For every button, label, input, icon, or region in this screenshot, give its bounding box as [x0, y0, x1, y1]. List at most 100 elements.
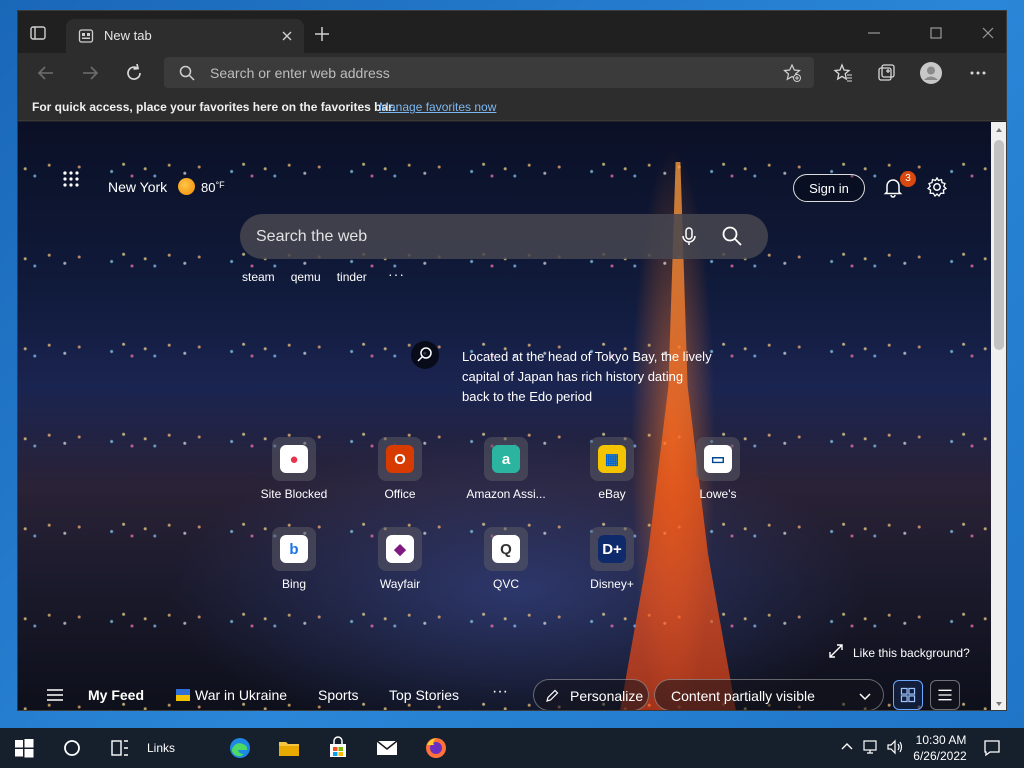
address-bar[interactable] — [164, 57, 814, 88]
search-icon — [179, 65, 195, 81]
wayfair-icon: ◆ — [386, 535, 414, 563]
clock-date[interactable]: 6/26/2022 — [910, 749, 970, 763]
task-view-icon[interactable] — [108, 736, 132, 760]
top-site-tile[interactable]: a Amazon Assi... — [466, 437, 546, 501]
back-arrow-icon[interactable] — [34, 61, 58, 85]
volume-icon[interactable] — [886, 738, 904, 756]
search-icon[interactable] — [721, 225, 743, 247]
links-toolbar-label[interactable]: Links — [147, 741, 175, 755]
top-site-tile[interactable]: ▭ Lowe's — [678, 437, 758, 501]
tab-actions-icon[interactable] — [28, 23, 48, 43]
forward-arrow-icon[interactable] — [78, 61, 102, 85]
top-site-tile[interactable]: D+ Disney+ — [572, 527, 652, 591]
content-visibility-dropdown[interactable]: Content partially visible — [654, 679, 884, 710]
grid-view-icon[interactable] — [893, 680, 923, 710]
tile-label: Site Blocked — [260, 487, 328, 501]
microphone-icon[interactable] — [678, 225, 700, 247]
browser-window: New tab For quick access, place your fav… — [17, 10, 1007, 711]
sign-in-button[interactable]: Sign in — [793, 174, 865, 202]
new-tab-page-icon — [78, 29, 94, 43]
feed-tab-top-stories[interactable]: Top Stories — [389, 687, 459, 703]
tile-label: Disney+ — [590, 577, 634, 591]
scroll-thumb[interactable] — [994, 140, 1004, 350]
favorites-icon[interactable] — [830, 61, 854, 85]
top-site-tile[interactable]: ◆ Wayfair — [360, 527, 440, 591]
profile-avatar-icon[interactable] — [919, 61, 943, 85]
quick-link[interactable]: tinder — [337, 270, 367, 284]
file-explorer-icon[interactable] — [277, 736, 301, 760]
feed-tab-sports[interactable]: Sports — [318, 687, 358, 703]
personalize-button[interactable]: Personalize — [533, 679, 649, 710]
collections-icon[interactable] — [874, 61, 898, 85]
weather-temperature[interactable]: 80°F — [201, 180, 225, 195]
quick-links: steam qemu tinder — [242, 270, 367, 284]
firefox-icon[interactable] — [424, 736, 448, 760]
sun-icon — [178, 178, 195, 195]
chevron-down-icon — [859, 693, 871, 701]
image-info-text[interactable]: Located at the head of Tokyo Bay, the li… — [462, 347, 712, 407]
search-circle-icon[interactable] — [60, 736, 84, 760]
hamburger-menu-icon[interactable] — [46, 687, 64, 703]
mail-icon[interactable] — [375, 736, 399, 760]
minimize-icon[interactable] — [864, 23, 884, 43]
taskbar: Links 10:30 AM 6/26/2022 — [0, 728, 1024, 768]
bing-icon: b — [280, 535, 308, 563]
tile-label: Lowe's — [699, 487, 737, 501]
ukraine-flag-icon — [176, 689, 190, 701]
top-site-tile[interactable]: O Office — [360, 437, 440, 501]
feed-bar: My Feed War in Ukraine Sports Top Storie… — [18, 675, 991, 710]
site-blocked-icon: ● — [280, 445, 308, 473]
tile-label: Office — [384, 487, 416, 501]
maximize-icon[interactable] — [926, 23, 946, 43]
close-icon[interactable] — [278, 27, 296, 45]
quick-link[interactable]: steam — [242, 270, 275, 284]
page-scrollbar[interactable] — [991, 122, 1006, 710]
chevron-up-icon[interactable] — [838, 738, 856, 756]
gear-icon[interactable] — [926, 176, 948, 198]
weather-city[interactable]: New York — [108, 179, 167, 195]
new-tab-page: New York 80°F Sign in 3 steam qemu tinde… — [18, 122, 991, 710]
content-visibility-value: Content partially visible — [671, 688, 815, 704]
feed-more[interactable]: ··· — [492, 683, 508, 701]
web-search-box[interactable] — [240, 214, 768, 259]
office-icon: O — [386, 445, 414, 473]
personalize-label: Personalize — [570, 688, 644, 704]
scroll-up-icon[interactable] — [995, 126, 1003, 134]
list-view-icon[interactable] — [930, 680, 960, 710]
quick-link[interactable]: qemu — [291, 270, 321, 284]
tile-label: Bing — [281, 577, 307, 591]
image-info-search-icon[interactable] — [411, 341, 439, 369]
quick-links-more[interactable]: ··· — [388, 266, 405, 282]
window-close-icon[interactable] — [978, 23, 998, 43]
windows-start-icon[interactable] — [12, 736, 36, 760]
top-site-tile[interactable]: ● Site Blocked — [254, 437, 334, 501]
top-site-tile[interactable]: Q QVC — [466, 527, 546, 591]
add-favorite-icon[interactable] — [782, 63, 802, 83]
top-site-tile[interactable]: ▦ eBay — [572, 437, 652, 501]
clock-time[interactable]: 10:30 AM — [914, 733, 968, 747]
tab-title: New tab — [104, 28, 152, 43]
scroll-down-icon[interactable] — [995, 700, 1003, 708]
top-site-tile[interactable]: b Bing — [254, 527, 334, 591]
tab-new-tab[interactable]: New tab — [66, 19, 304, 53]
tile-label: QVC — [492, 577, 519, 591]
feed-tab-war-in-ukraine[interactable]: War in Ukraine — [195, 687, 287, 703]
tile-label: Amazon Assi... — [466, 487, 546, 501]
edge-browser-icon[interactable] — [228, 736, 252, 760]
favorites-bar-hint: For quick access, place your favorites h… — [32, 100, 396, 114]
notification-center-icon[interactable] — [982, 738, 1002, 758]
pencil-icon — [546, 689, 559, 702]
expand-icon[interactable] — [828, 643, 844, 659]
web-search-input[interactable] — [256, 224, 656, 249]
address-input[interactable] — [210, 60, 730, 85]
like-background-link[interactable]: Like this background? — [853, 646, 970, 660]
microsoft-store-icon[interactable] — [326, 736, 350, 760]
network-icon[interactable] — [862, 738, 880, 756]
manage-favorites-link[interactable]: Manage favorites now — [379, 100, 496, 114]
apps-grid-icon[interactable] — [62, 170, 80, 188]
more-menu-icon[interactable] — [966, 61, 990, 85]
plus-icon[interactable] — [312, 24, 332, 44]
refresh-icon[interactable] — [122, 61, 146, 85]
feed-tab-my-feed[interactable]: My Feed — [88, 687, 144, 703]
disney-plus-icon: D+ — [598, 535, 626, 563]
